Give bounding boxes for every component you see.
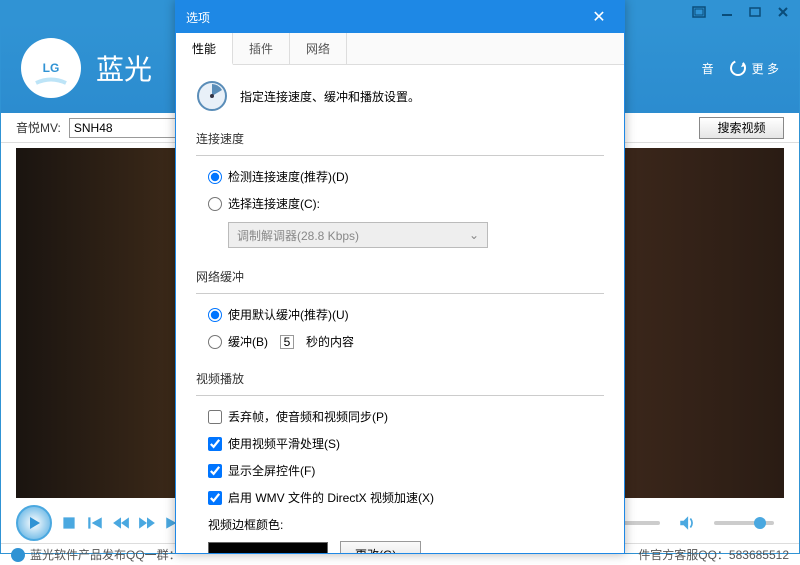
radio-detect-speed[interactable]: 检测连接速度(推荐)(D) [208,168,604,185]
stop-button[interactable] [60,514,78,532]
search-label: 音悦MV: [16,119,61,136]
volume-icon[interactable] [678,514,696,532]
play-icon [26,515,42,531]
footer-right: 件官方客服QQ：583685512 [638,546,789,563]
refresh-icon [729,59,747,77]
tab-plugins[interactable]: 插件 [233,33,290,64]
app-name: 蓝光 [96,48,152,88]
prev-button[interactable] [86,514,104,532]
footer-left: 蓝光软件产品发布QQ一群： [30,546,181,563]
radio-default-buffer[interactable]: 使用默认缓冲(推荐)(U) [208,306,604,323]
radio-custom-buffer[interactable] [208,335,222,349]
speed-combo[interactable]: 调制解调器(28.8 Kbps)⌄ [228,222,488,248]
section-buffer: 网络缓冲 使用默认缓冲(推荐)(U) 缓冲(B) 秒的内容 [196,268,604,350]
options-dialog: 选项 ✕ 性能 插件 网络 指定连接速度、缓冲和播放设置。 连接速度 检测连接速… [175,0,625,554]
dialog-titlebar: 选项 ✕ [176,1,624,33]
check-directx[interactable]: 启用 WMV 文件的 DirectX 视频加速(X) [208,489,604,506]
minimize-button[interactable] [719,5,735,19]
forward-button[interactable] [138,514,156,532]
radio-select-speed[interactable]: 选择连接速度(C): [208,195,604,212]
maximize-button[interactable] [747,5,763,19]
dialog-body: 指定连接速度、缓冲和播放设置。 连接速度 检测连接速度(推荐)(D) 选择连接速… [176,65,624,553]
close-button[interactable] [775,5,791,19]
dialog-intro: 指定连接速度、缓冲和播放设置。 [196,80,604,112]
dialog-title: 选项 [186,9,584,26]
play-button[interactable] [16,505,52,541]
check-drop-frames[interactable]: 丢弃帧，使音频和视频同步(P) [208,408,604,425]
header-more[interactable]: 更 多 [729,59,779,77]
gauge-icon [196,80,228,112]
dialog-tabs: 性能 插件 网络 [176,33,624,65]
dialog-close-button[interactable]: ✕ [584,1,614,33]
section-playback: 视频播放 丢弃帧，使音频和视频同步(P) 使用视频平滑处理(S) 显示全屏控件(… [196,370,604,553]
volume-slider[interactable] [714,521,774,525]
extra-button[interactable] [691,5,707,19]
search-button[interactable]: 搜索视频 [699,117,784,139]
change-color-button[interactable]: 更改(G)... [340,541,421,553]
rewind-button[interactable] [112,514,130,532]
app-logo: LG [21,38,81,98]
buffer-seconds-input[interactable] [280,335,294,349]
tab-performance[interactable]: 性能 [176,33,233,65]
border-color-label: 视频边框颜色: [208,516,604,533]
check-smooth[interactable]: 使用视频平滑处理(S) [208,435,604,452]
border-color-swatch [208,542,328,553]
section-connection: 连接速度 检测连接速度(推荐)(D) 选择连接速度(C): 调制解调器(28.8… [196,130,604,248]
check-fullscreen-controls[interactable]: 显示全屏控件(F) [208,462,604,479]
header-audio[interactable]: 音 [702,60,714,77]
footer-icon [11,548,25,562]
tab-network[interactable]: 网络 [290,33,347,64]
chevron-down-icon: ⌄ [469,228,479,242]
